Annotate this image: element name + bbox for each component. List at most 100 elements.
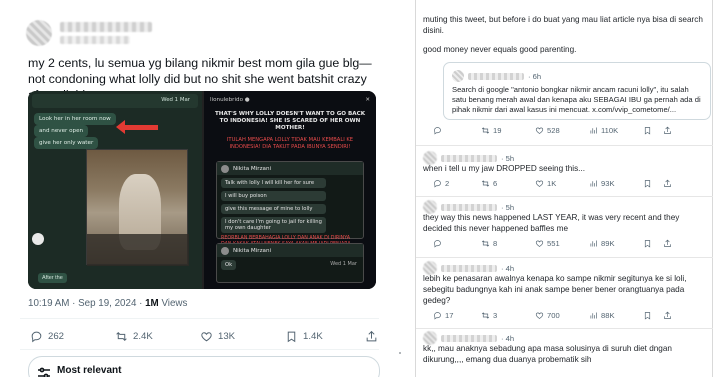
repost-count: 8 [493, 239, 498, 248]
decorative-dot [399, 352, 401, 354]
bookmark-button[interactable] [643, 126, 663, 135]
tweet-media[interactable]: Wed 1 Mar Look her in her room now and n… [28, 91, 376, 289]
reply-icon [434, 180, 441, 188]
bookmark-button[interactable] [643, 311, 663, 320]
share-button[interactable] [663, 126, 672, 135]
media-title: THAT'S WHY LOLLY DOESN'T WANT TO GO BACK… [214, 111, 366, 131]
play-icon[interactable] [32, 233, 44, 245]
reply-button[interactable]: 2 [433, 179, 481, 188]
share-button[interactable] [663, 311, 672, 320]
like-count: 700 [547, 311, 560, 320]
chat-message: I don't care I'm going to jail for killi… [221, 217, 327, 233]
chat-message: I will buy poison [221, 191, 327, 201]
views-button[interactable]: 110K [589, 126, 643, 135]
divider [416, 145, 713, 146]
reply-text: kk,, mau anaknya sebadung apa masa solus… [423, 344, 672, 364]
reply-button[interactable]: 262 [30, 330, 115, 343]
reply-time: · 4h [501, 263, 515, 273]
repost-button[interactable]: 19 [481, 126, 535, 135]
reply-count: 17 [445, 311, 454, 320]
repost-button[interactable]: 6 [481, 179, 535, 188]
share-button[interactable] [365, 330, 378, 343]
author-name-blurred [441, 334, 497, 342]
media-handle: lionulebrido ● [210, 97, 250, 103]
chat-bubble: and never open [34, 125, 89, 137]
repost-count: 3 [493, 311, 498, 320]
reply-button[interactable] [433, 126, 481, 135]
media-image-left[interactable]: Wed 1 Mar Look her in her room now and n… [28, 91, 202, 289]
bookmark-button[interactable] [643, 239, 663, 248]
close-icon: ✕ [365, 97, 370, 103]
reply-time: · 5h [501, 153, 515, 163]
repost-icon [481, 240, 490, 247]
repost-button[interactable]: 2.4K [115, 330, 200, 343]
author-name-blurred [468, 72, 524, 80]
bookmark-icon [644, 180, 651, 188]
contact-name: Nikita Mirzani [233, 247, 272, 254]
avatar[interactable] [26, 20, 52, 46]
share-button[interactable] [663, 239, 672, 248]
reply-icon [434, 312, 441, 320]
like-count: 1K [547, 179, 557, 188]
media-image-right[interactable]: lionulebrido ● ✕ THAT'S WHY LOLLY DOESN'… [204, 91, 376, 289]
chat-message: Talk with lolly I will kill her for sure [221, 178, 327, 188]
repost-icon [481, 127, 490, 134]
chat-message: give this message of mine to lolly [221, 204, 327, 214]
reply-button[interactable] [433, 239, 481, 248]
author-handle [60, 36, 130, 44]
bookmark-icon [287, 331, 296, 343]
reply-button[interactable]: 17 [433, 311, 481, 320]
author-name [60, 22, 152, 32]
reply-icon [31, 331, 42, 343]
tweet-author[interactable] [26, 20, 152, 46]
views-button[interactable]: 88K [589, 311, 643, 320]
views-button[interactable]: 89K [589, 239, 643, 248]
analytics-icon [590, 180, 597, 187]
analytics-icon [590, 240, 597, 247]
repost-count: 19 [493, 126, 502, 135]
reply-actions: 8 551 89K [433, 239, 672, 248]
chat-screenshot-2: Nikita Mirzani Ok Wed 1 Mar [216, 243, 364, 283]
heart-icon [535, 180, 544, 187]
photo-floor [87, 234, 189, 266]
heart-icon [535, 127, 544, 134]
analytics-icon [590, 127, 597, 134]
like-button[interactable]: 13K [200, 330, 285, 343]
divider [20, 349, 379, 350]
views-button[interactable]: 93K [589, 179, 643, 188]
bookmark-button[interactable] [643, 179, 663, 188]
tweet-actions: 262 2.4K 13K 1.4K [30, 330, 380, 343]
heart-icon [201, 332, 212, 342]
reply-text: when i tell u my jaw DROPPED seeing this… [423, 164, 585, 173]
repost-button[interactable]: 8 [481, 239, 535, 248]
reply-text: muting this tweet, but before i do buat … [423, 15, 703, 35]
like-button[interactable]: 1K [535, 179, 589, 188]
tweet-timestamp[interactable]: 10:19 AM · Sep 19, 2024 · [28, 298, 145, 309]
views-count: 1M [145, 298, 159, 309]
divider [416, 196, 713, 197]
like-button[interactable]: 700 [535, 311, 589, 320]
like-button[interactable]: 551 [535, 239, 589, 248]
quoted-text: Search di google "antonio bongkar nikmir… [452, 85, 701, 114]
quoted-tweet[interactable]: · 6h Search di google "antonio bongkar n… [443, 62, 711, 120]
quoted-time: · 6h [528, 71, 542, 81]
reply-time: · 5h [501, 202, 515, 212]
sort-label: Most relevant [57, 365, 122, 376]
reply-icon [434, 127, 441, 135]
bookmark-icon [644, 240, 651, 248]
photo-image [86, 149, 189, 266]
reply-icon [434, 240, 441, 248]
red-arrow-icon [116, 120, 158, 134]
sort-replies-dropdown[interactable]: Most relevant [28, 356, 380, 377]
repost-button[interactable]: 3 [481, 311, 535, 320]
chat-contact: Nikita Mirzani [217, 244, 363, 257]
share-button[interactable] [663, 179, 672, 188]
views-label: Views [158, 298, 188, 309]
bookmark-button[interactable]: 1.4K [285, 330, 365, 343]
like-count: 528 [547, 126, 560, 135]
repost-count: 6 [493, 179, 498, 188]
divider [416, 257, 713, 258]
like-button[interactable]: 528 [535, 126, 589, 135]
share-icon [664, 179, 671, 187]
reply-count: 2 [445, 179, 450, 188]
